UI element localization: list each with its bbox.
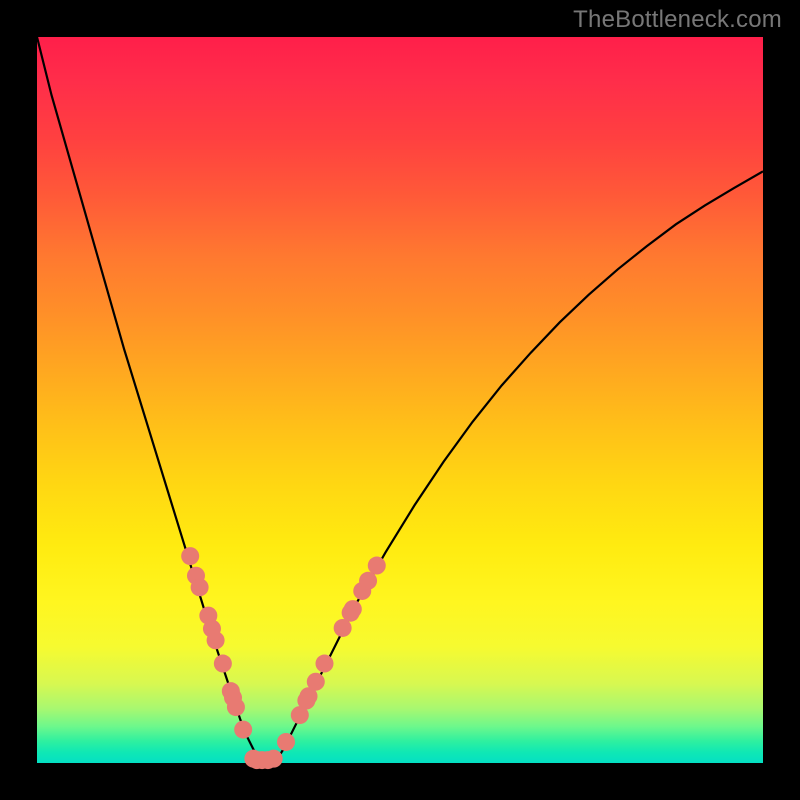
data-dot xyxy=(227,698,245,716)
data-dot xyxy=(368,557,386,575)
data-dot xyxy=(334,619,352,637)
data-dot xyxy=(191,578,209,596)
data-dot xyxy=(214,655,232,673)
data-dots xyxy=(181,547,386,769)
data-dot xyxy=(181,547,199,565)
data-dot xyxy=(207,631,225,649)
chart-frame: TheBottleneck.com xyxy=(0,0,800,800)
data-dot xyxy=(277,733,295,751)
data-dot xyxy=(234,721,252,739)
data-dot xyxy=(316,655,334,673)
data-dot xyxy=(307,673,325,691)
data-dot xyxy=(359,572,377,590)
bottleneck-curve xyxy=(37,37,763,760)
curve-svg xyxy=(37,37,763,763)
data-dot xyxy=(265,750,283,768)
watermark-text: TheBottleneck.com xyxy=(573,6,782,34)
data-dot xyxy=(344,600,362,618)
plot-area xyxy=(37,37,763,763)
